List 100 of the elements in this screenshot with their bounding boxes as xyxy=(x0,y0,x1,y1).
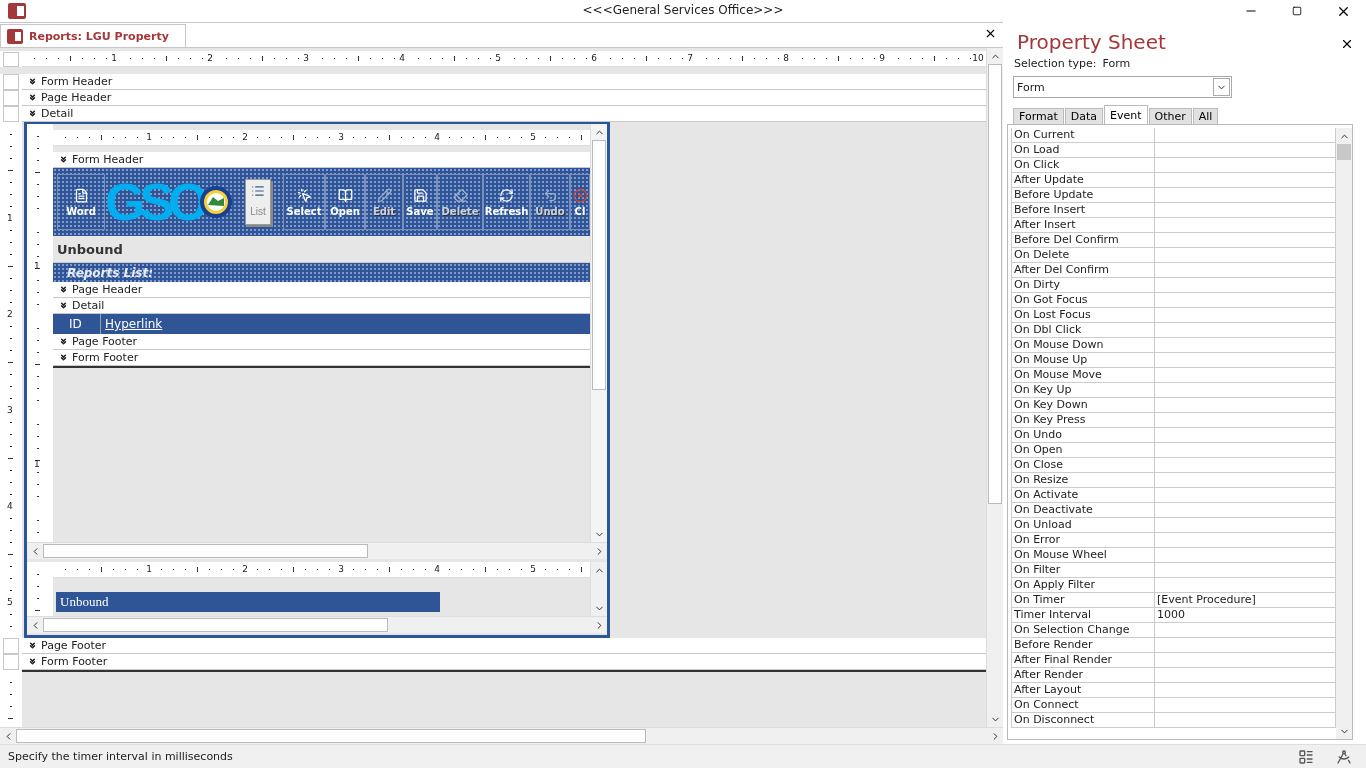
property-value-field[interactable] xyxy=(1154,578,1336,593)
property-value-field[interactable] xyxy=(1154,293,1336,308)
horizontal-scrollbar[interactable] xyxy=(0,727,1003,744)
section-bar[interactable]: Form Header xyxy=(22,74,986,90)
save-icon xyxy=(412,187,428,203)
property-value-field[interactable] xyxy=(1154,698,1336,713)
property-value-field[interactable] xyxy=(1154,713,1336,728)
vertical-scrollbar[interactable] xyxy=(1336,128,1352,739)
property-value-field[interactable] xyxy=(1154,638,1336,653)
property-value-field[interactable] xyxy=(1154,653,1336,668)
section-bar[interactable]: Detail xyxy=(22,106,986,122)
scroll-thumb[interactable] xyxy=(43,618,388,632)
section-selector[interactable] xyxy=(3,106,19,122)
section-bar[interactable]: Page Header xyxy=(22,90,986,106)
property-value-field[interactable] xyxy=(1154,368,1336,383)
property-value-field[interactable] xyxy=(1154,428,1336,443)
section-bar[interactable]: Page Footer xyxy=(22,638,986,654)
section-bar[interactable]: Form Footer xyxy=(22,654,986,670)
property-value-field[interactable] xyxy=(1154,203,1336,218)
vertical-scrollbar[interactable] xyxy=(590,124,607,542)
toolbar-button[interactable]: Save xyxy=(403,174,437,230)
section-label: Form Footer xyxy=(72,351,139,364)
property-value-field[interactable] xyxy=(1154,443,1336,458)
property-value-field[interactable] xyxy=(1154,323,1336,338)
toolbar-button[interactable]: Refresh xyxy=(483,174,530,230)
scroll-thumb[interactable] xyxy=(1337,144,1351,160)
property-value-field[interactable] xyxy=(1154,488,1336,503)
property-value-field[interactable] xyxy=(1154,158,1336,173)
property-value-field[interactable]: 1000 xyxy=(1154,608,1336,623)
property-value-field[interactable] xyxy=(1154,263,1336,278)
property-value-field[interactable] xyxy=(1154,173,1336,188)
pointer-icon xyxy=(296,187,312,203)
section-label: Form Header xyxy=(41,75,113,88)
property-value-field[interactable] xyxy=(1154,503,1336,518)
property-value-field[interactable] xyxy=(1154,548,1336,563)
property-value-field[interactable] xyxy=(1154,458,1336,473)
form-view-icon[interactable] xyxy=(1298,748,1314,765)
section-bar[interactable]: Page Footer xyxy=(53,334,590,350)
scroll-thumb[interactable] xyxy=(16,729,646,743)
unbound-field[interactable]: Unbound xyxy=(56,592,440,612)
property-name: On Resize xyxy=(1011,473,1154,488)
vertical-scrollbar[interactable] xyxy=(590,562,607,616)
document-tab[interactable]: Reports: LGU Property xyxy=(0,24,186,47)
property-value-field[interactable] xyxy=(1154,533,1336,548)
toolbar-button[interactable]: Word xyxy=(57,174,105,230)
property-value-field[interactable] xyxy=(1154,248,1336,263)
property-value-field[interactable] xyxy=(1154,338,1336,353)
section-label: Page Footer xyxy=(72,335,138,348)
status-text: Specify the timer interval in milliseconds xyxy=(8,750,233,763)
property-value-field[interactable] xyxy=(1154,278,1336,293)
section-bar[interactable]: Page Header xyxy=(53,282,590,298)
hyperlink-field[interactable]: Hyperlink xyxy=(101,317,163,331)
tab[interactable]: Data xyxy=(1064,108,1104,124)
property-value-field[interactable] xyxy=(1154,398,1336,413)
close-document-button[interactable] xyxy=(984,27,997,40)
section-selector[interactable] xyxy=(3,654,19,670)
section-arrow-icon xyxy=(28,657,37,666)
property-value-field[interactable] xyxy=(1154,473,1336,488)
section-bar[interactable]: Form Footer xyxy=(53,350,590,366)
property-value-field[interactable] xyxy=(1154,563,1336,578)
scroll-thumb[interactable] xyxy=(988,64,1002,504)
toolbar-button[interactable]: Select xyxy=(283,174,325,230)
tab[interactable]: Format xyxy=(1013,108,1064,124)
property-name: On Activate xyxy=(1011,488,1154,503)
scroll-thumb[interactable] xyxy=(592,140,606,390)
design-view-icon[interactable] xyxy=(1336,748,1352,765)
property-value-field[interactable] xyxy=(1154,128,1336,143)
section-selector[interactable] xyxy=(3,74,19,90)
property-value-field[interactable] xyxy=(1154,308,1336,323)
property-value-field[interactable] xyxy=(1154,518,1336,533)
ruler-number: 1 xyxy=(146,131,152,143)
tab[interactable]: Event xyxy=(1104,105,1148,124)
property-value-field[interactable] xyxy=(1154,683,1336,698)
toolbar-button[interactable]: Cl xyxy=(570,174,590,230)
tab[interactable]: All xyxy=(1192,108,1219,124)
property-value-field[interactable] xyxy=(1154,623,1336,638)
section-bar[interactable]: Form Header xyxy=(53,152,590,168)
section-bar[interactable]: Detail xyxy=(53,298,590,314)
object-dropdown[interactable]: Form xyxy=(1013,76,1232,98)
toolbar-button[interactable]: Open xyxy=(325,174,365,230)
close-button[interactable] xyxy=(1340,37,1354,51)
report-selector[interactable] xyxy=(3,51,19,67)
property-value-field[interactable] xyxy=(1154,233,1336,248)
property-value-field[interactable] xyxy=(1154,668,1336,683)
horizontal-scrollbar[interactable] xyxy=(27,542,607,559)
property-value-field[interactable] xyxy=(1154,383,1336,398)
section-selector[interactable] xyxy=(3,90,19,106)
tab[interactable]: Other xyxy=(1148,108,1192,124)
section-selector[interactable] xyxy=(3,638,19,654)
property-value-field[interactable] xyxy=(1154,218,1336,233)
vertical-scrollbar[interactable] xyxy=(986,48,1003,727)
property-value-field[interactable]: [Event Procedure] xyxy=(1154,593,1336,608)
horizontal-scrollbar[interactable] xyxy=(27,616,607,633)
property-name: On Mouse Move xyxy=(1011,368,1154,383)
scroll-thumb[interactable] xyxy=(43,544,368,558)
property-value-field[interactable] xyxy=(1154,143,1336,158)
property-value-field[interactable] xyxy=(1154,188,1336,203)
property-value-field[interactable] xyxy=(1154,353,1336,368)
property-value-field[interactable] xyxy=(1154,413,1336,428)
property-name: On Apply Filter xyxy=(1011,578,1154,593)
